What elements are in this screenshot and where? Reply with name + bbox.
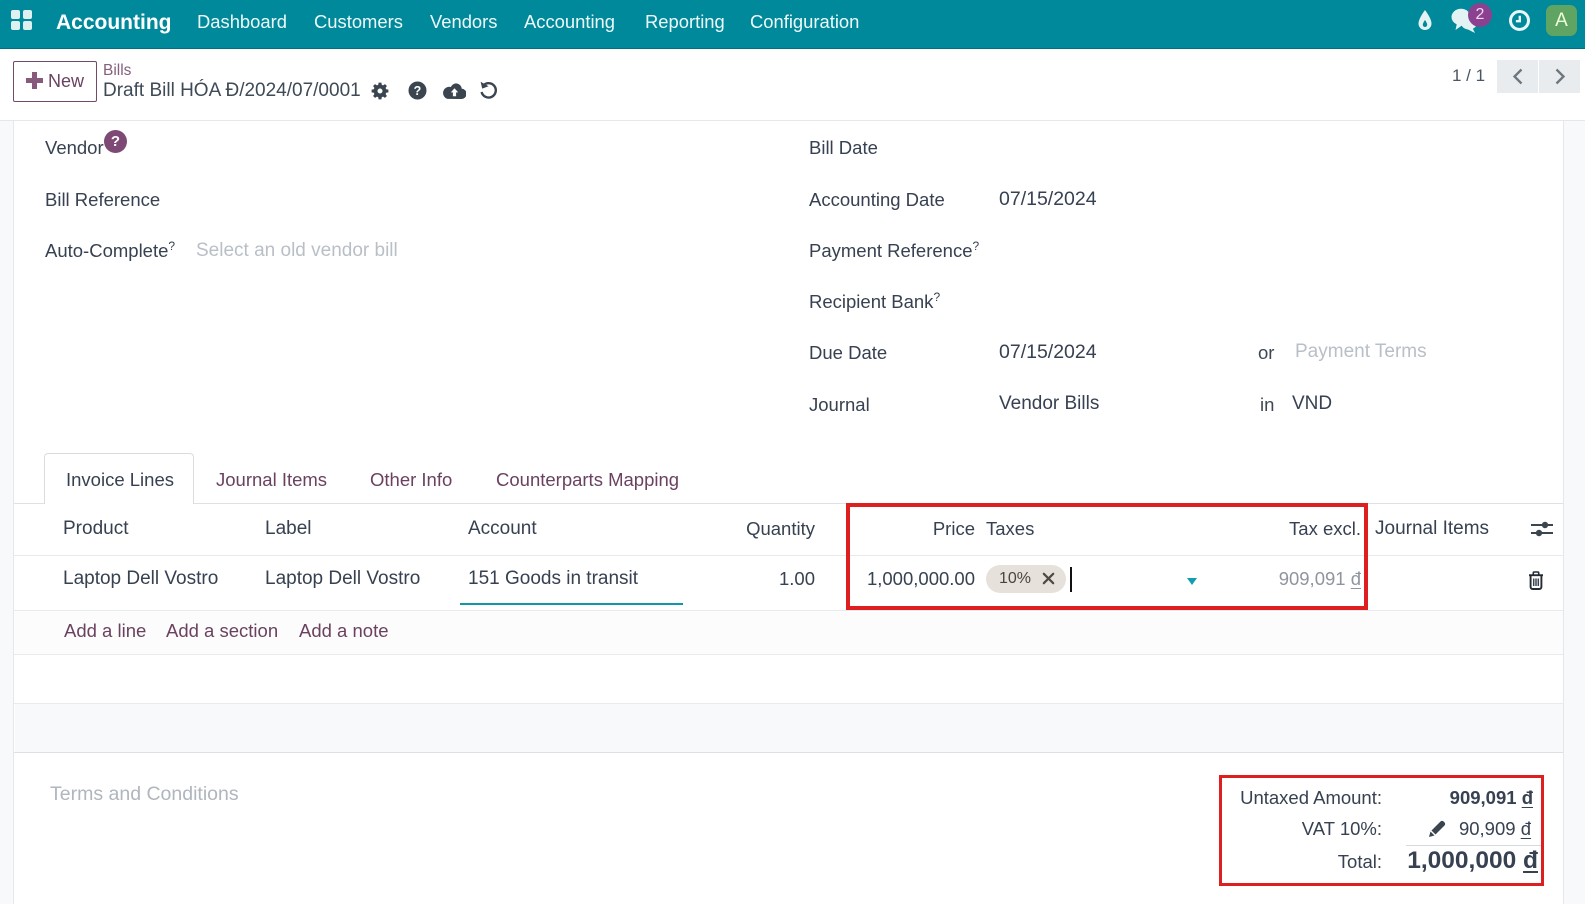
svg-text:?: ?	[414, 84, 422, 98]
